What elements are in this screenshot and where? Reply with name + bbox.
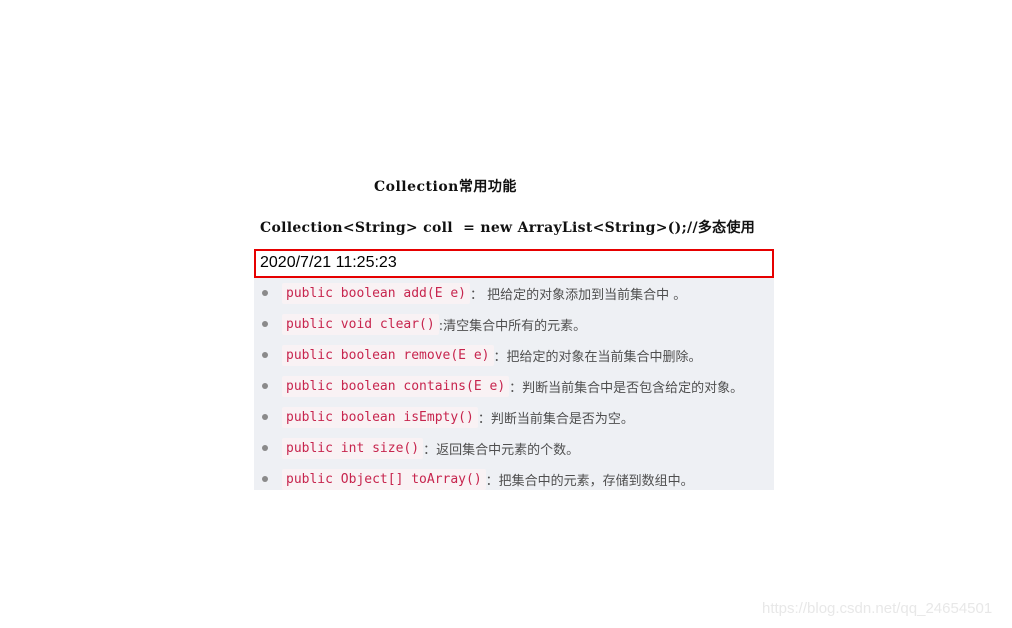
- method-description: ：把集合中的元素，存储到数组中。: [485, 473, 694, 489]
- bullet-icon: [262, 383, 268, 389]
- list-item-add: public boolean add(E e) ： 把给定的对象添加到当前集合中…: [254, 280, 686, 306]
- list-item-remove: public boolean remove(E e) ：把给定的对象在当前集合中…: [254, 342, 702, 368]
- method-description: ：判断当前集合是否为空。: [477, 411, 634, 427]
- list-item-contains: public boolean contains(E e) ：判断当前集合中是否包…: [254, 373, 743, 399]
- bullet-icon: [262, 445, 268, 451]
- method-description: ： 把给定的对象添加到当前集合中 。: [470, 287, 687, 303]
- method-description: ：判断当前集合中是否包含给定的对象。: [509, 380, 744, 396]
- method-signature: public Object[] toArray(): [282, 468, 486, 490]
- method-description: :清空集合中所有的元素。: [438, 318, 587, 334]
- bullet-icon: [262, 352, 268, 358]
- bullet-icon: [262, 321, 268, 327]
- code-example-line: Collection<String> coll = new ArrayList<…: [260, 220, 756, 236]
- method-list-panel: public boolean add(E e) ： 把给定的对象添加到当前集合中…: [254, 278, 774, 490]
- section-heading: Collection常用功能: [374, 179, 517, 195]
- timestamp-highlight-box: 2020/7/21 11:25:23: [254, 249, 774, 278]
- list-item-toarray: public Object[] toArray() ：把集合中的元素，存储到数组…: [254, 466, 694, 492]
- list-item-clear: public void clear() :清空集合中所有的元素。: [254, 311, 586, 337]
- method-signature: public boolean isEmpty(): [282, 406, 478, 428]
- method-signature: public int size(): [282, 437, 424, 459]
- list-item-size: public int size() ：返回集合中元素的个数。: [254, 435, 579, 461]
- method-signature: public boolean contains(E e): [282, 375, 510, 397]
- bullet-icon: [262, 476, 268, 482]
- bullet-icon: [262, 290, 268, 296]
- method-description: ：返回集合中元素的个数。: [423, 442, 580, 458]
- method-signature: public boolean add(E e): [282, 282, 471, 304]
- bullet-icon: [262, 414, 268, 420]
- watermark: https://blog.csdn.net/qq_24654501: [762, 600, 993, 617]
- list-item-isempty: public boolean isEmpty() ：判断当前集合是否为空。: [254, 404, 634, 430]
- timestamp-text: 2020/7/21 11:25:23: [260, 254, 397, 271]
- method-signature: public boolean remove(E e): [282, 344, 494, 366]
- method-signature: public void clear(): [282, 313, 439, 335]
- method-description: ：把给定的对象在当前集合中删除。: [493, 349, 702, 365]
